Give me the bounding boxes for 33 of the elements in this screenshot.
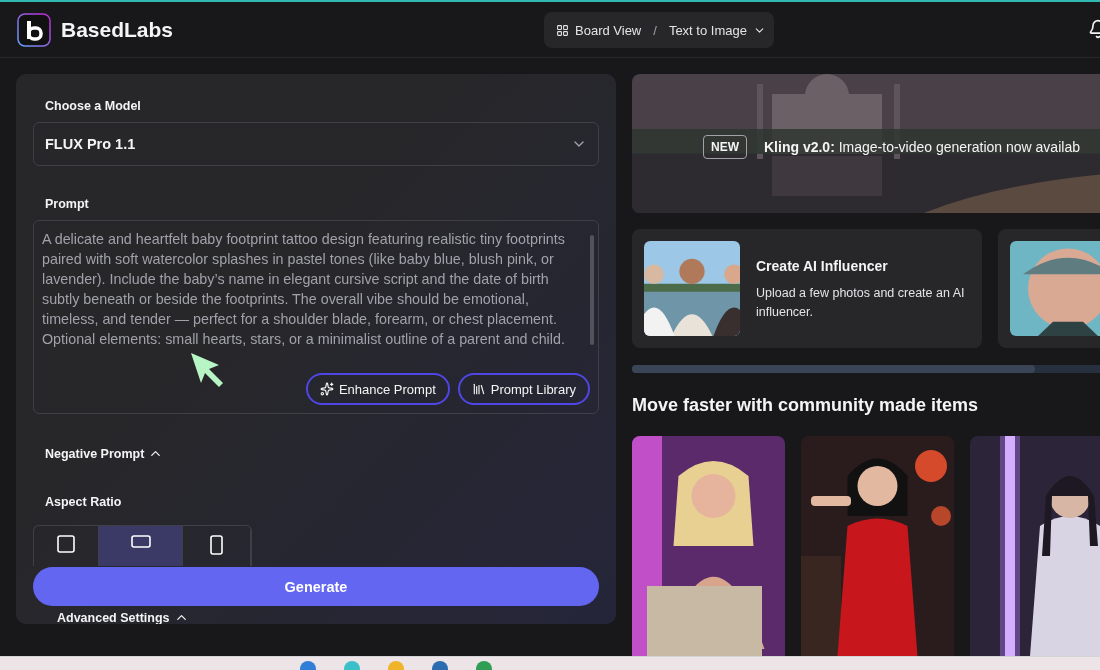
landscape-icon bbox=[130, 535, 151, 549]
logo-icon bbox=[17, 12, 51, 47]
square-icon bbox=[57, 535, 76, 553]
announcement-banner[interactable]: NEW Kling v2.0: Image-to-video generation now availab bbox=[632, 74, 1100, 213]
breadcrumb-separator: / bbox=[653, 22, 657, 38]
negative-prompt-toggle[interactable]: Negative Prompt bbox=[33, 446, 599, 461]
mode-dropdown[interactable]: Text to Image bbox=[668, 22, 766, 38]
card-title: Create AI Influencer bbox=[756, 258, 889, 274]
board-view-link[interactable]: Board View bbox=[556, 22, 642, 38]
prompt-field[interactable] bbox=[33, 220, 599, 414]
prompt-library-button[interactable]: Prompt Library bbox=[457, 373, 590, 405]
prompt-text: A delicate and heartfelt baby footprint tattoo design featuring realistic tiny footprints paired with soft watercolor splashes in pastel tones (like baby blue, blush pink, or lavender). Include the baby’s name in elegant cursive script and the date of birth subtly beneath or beside the footprints. The overall vibe should be emotional, timeless, and tender — perfect for a shoulder blade, forearm, or chest placement. Optional elements: small hearts, stars, or a minimalist outline of a parent and child. bbox=[42, 230, 566, 349]
banner-text: Kling v2.0: Image-to-video generation now availab bbox=[764, 139, 1080, 155]
field-label: Prompt bbox=[44, 197, 90, 211]
sparkle-icon bbox=[319, 382, 334, 396]
feature-card[interactable]: Create AI Influencer Upload a few photos and create an AI influencer. bbox=[632, 229, 982, 348]
card-description: Upload a few photos and create an AI influencer. bbox=[756, 285, 966, 321]
enhance-prompt-button[interactable]: Enhance Prompt bbox=[305, 373, 450, 405]
model-select[interactable]: FLUX Pro 1.1 bbox=[33, 122, 599, 166]
app-icon[interactable] bbox=[300, 661, 316, 670]
app-icon[interactable] bbox=[432, 661, 448, 670]
library-icon bbox=[471, 382, 486, 396]
field-label: Choose a Model bbox=[44, 99, 142, 113]
section-heading: Move faster with community made items bbox=[632, 395, 980, 416]
advanced-settings-toggle[interactable]: Advanced Settings bbox=[45, 610, 189, 624]
field-label: Aspect Ratio bbox=[44, 495, 123, 509]
grid-icon bbox=[556, 23, 569, 37]
brand-name: BasedLabs bbox=[61, 17, 174, 42]
portrait-icon bbox=[209, 535, 224, 555]
generate-button[interactable]: Generate bbox=[33, 567, 599, 606]
new-badge: NEW bbox=[703, 135, 747, 159]
app-icon[interactable] bbox=[476, 661, 492, 670]
aspect-ratio-option[interactable] bbox=[99, 526, 184, 566]
